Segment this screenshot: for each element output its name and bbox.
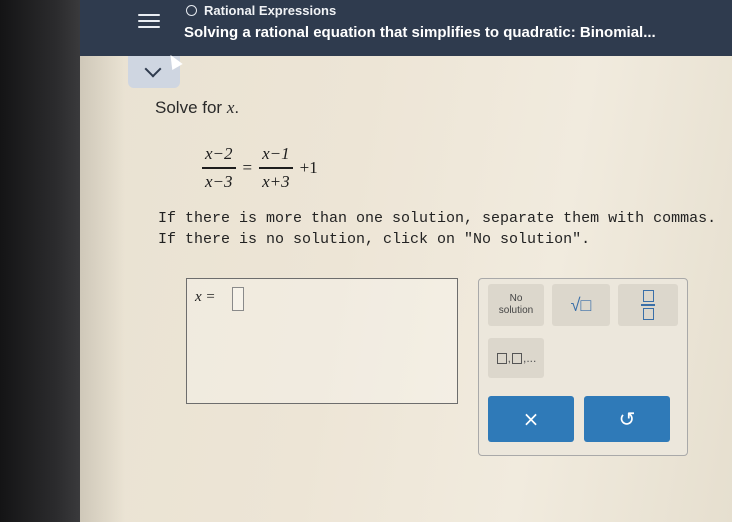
answer-area[interactable] <box>186 278 458 404</box>
chevron-down-icon <box>144 60 162 78</box>
left-fraction: x−2 x−3 <box>202 144 236 192</box>
answer-label: x = <box>195 289 216 305</box>
instructions: If there is more than one solution, sepa… <box>158 208 716 250</box>
page-shadow <box>80 56 125 522</box>
answer-input[interactable] <box>232 287 244 311</box>
list-box-icon <box>496 352 507 364</box>
equation: x−2 x−3 = x−1 x+3 +1 <box>198 140 321 196</box>
list-suffix: ,... <box>523 351 537 365</box>
right-numerator: x−1 <box>262 144 290 164</box>
plus-term: +1 <box>299 158 318 177</box>
prompt-suffix: . <box>234 98 240 117</box>
right-fraction: x−1 x+3 <box>259 144 293 192</box>
topic-status-circle-icon <box>186 5 197 16</box>
right-denominator: x+3 <box>262 171 290 191</box>
prompt-prefix: Solve for <box>155 98 227 117</box>
left-denominator: x−3 <box>205 171 233 191</box>
square-root-button[interactable]: √□ <box>552 284 610 326</box>
undo-button[interactable]: ↺ <box>584 396 670 442</box>
left-numerator: x−2 <box>205 144 233 164</box>
no-solution-line-1: No <box>509 293 523 304</box>
instruction-line-2: If there is no solution, click on "No so… <box>158 231 591 248</box>
list-box-icon <box>512 352 522 364</box>
equals-sign: = <box>242 158 253 177</box>
instruction-line-1: If there is more than one solution, sepa… <box>158 210 717 227</box>
no-solution-line-2: solution <box>498 305 534 316</box>
topic-title: Rational Expressions <box>204 3 337 18</box>
no-solution-button[interactable]: No solution <box>488 284 544 326</box>
fraction-icon <box>641 290 655 320</box>
square-root-icon: √□ <box>570 294 592 315</box>
problem-prompt: Solve for x. <box>155 98 239 118</box>
lesson-header: Rational Expressions Solving a rational … <box>80 0 732 56</box>
fraction-button[interactable] <box>618 284 678 326</box>
screen-bezel <box>0 0 80 522</box>
hamburger-menu-icon[interactable] <box>138 10 160 32</box>
lesson-title[interactable]: Solving a rational equation that simplif… <box>184 24 656 41</box>
clear-button[interactable]: × <box>488 396 574 442</box>
list-button[interactable]: ,,... <box>488 338 544 378</box>
